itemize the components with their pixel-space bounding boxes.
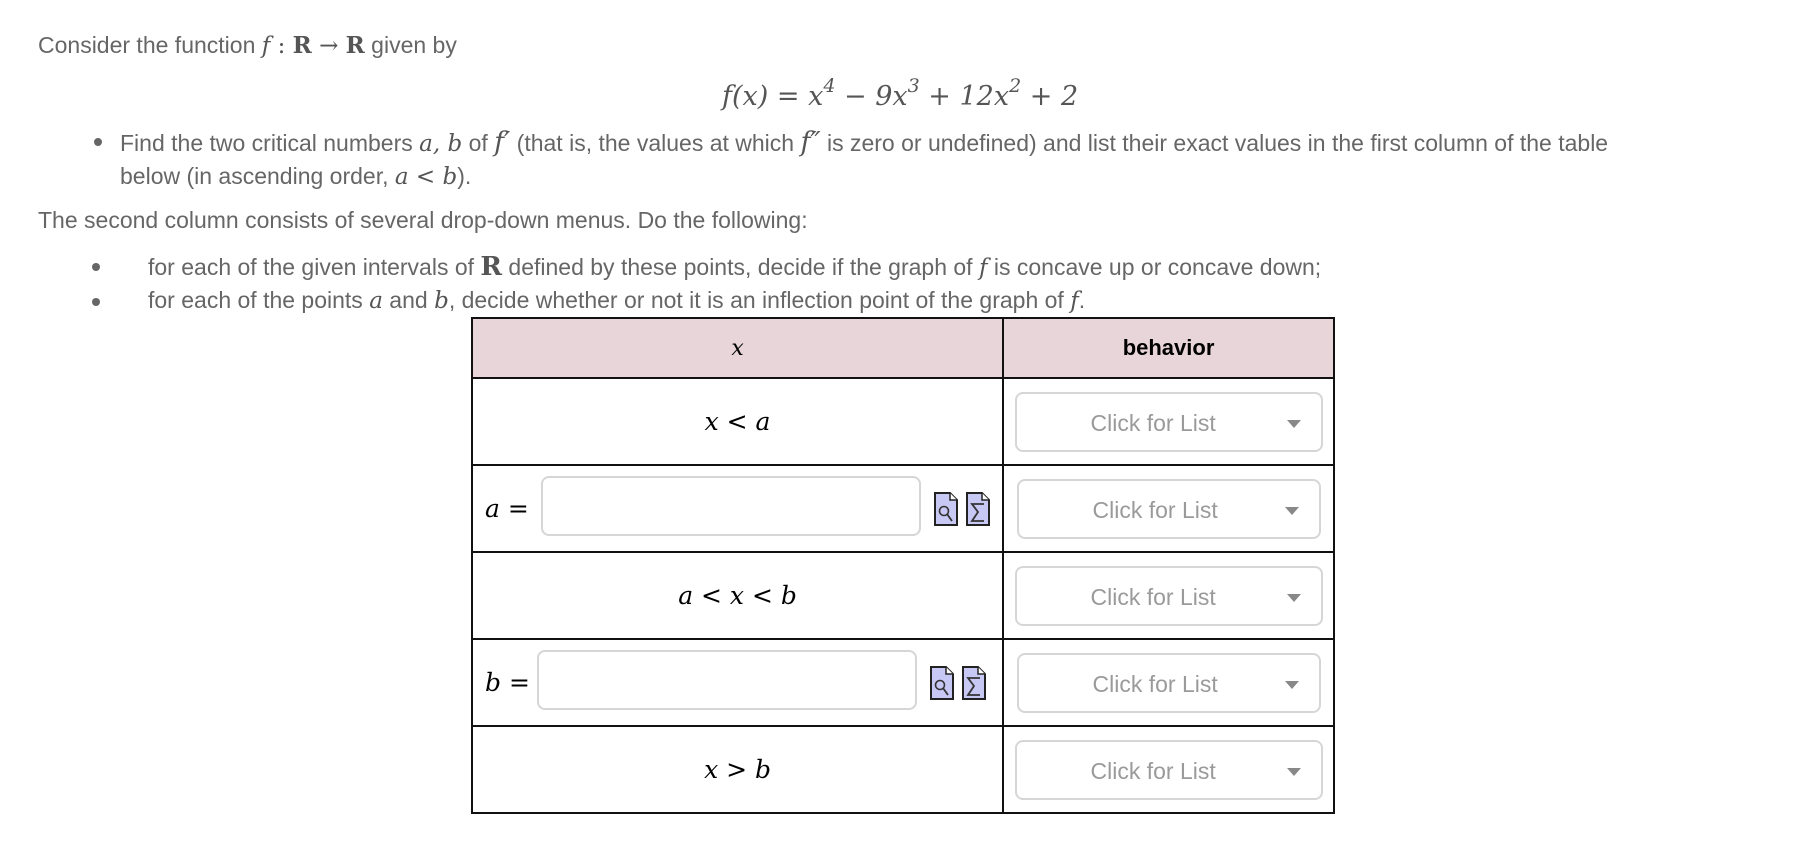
formula-exp1: 4 [823, 75, 836, 97]
dropdown-label: Click for List [1092, 670, 1218, 697]
critical-number-b-cell: b = [470, 638, 1005, 727]
b1-text-d: is zero or undefined) and list their exa… [820, 130, 1609, 156]
interval-label: x < a [704, 406, 771, 436]
b3-a: a [369, 288, 383, 314]
b1-text-e: below (in ascending order, [120, 163, 395, 189]
interval-cell: x < a [470, 377, 1005, 466]
a-equals-label: a = [485, 494, 529, 523]
dropdown-label: Click for List [1092, 496, 1218, 523]
interval-cell: x > b [470, 725, 1005, 814]
table-row: x > b Click for List [470, 725, 1335, 814]
dropdown-label: Click for List [1090, 757, 1216, 784]
b1-altb: a < b [394, 164, 458, 190]
dropdown-label: Click for List [1090, 409, 1216, 436]
table-row: b = Click for List [470, 638, 1335, 727]
answer-table: x behavior x < a Click for List a = Clic… [470, 317, 1335, 814]
behavior-dropdown[interactable]: Click for List [1014, 565, 1323, 626]
interval-label: a < x < b [678, 580, 797, 610]
intro-f: f [261, 33, 271, 59]
chevron-down-icon [1284, 506, 1299, 515]
b1-text-a: Find the two critical numbers [120, 130, 420, 156]
chevron-down-icon [1286, 419, 1301, 428]
b2-R: R [480, 252, 503, 282]
equation-editor-icon[interactable] [962, 666, 986, 700]
behavior-dropdown[interactable]: Click for List [1016, 478, 1321, 539]
formula-term4: + 2 [1021, 81, 1079, 112]
critical-number-a-cell: a = [470, 464, 1005, 553]
a-value-input[interactable] [541, 476, 921, 536]
formula-term2: − 9x [835, 81, 908, 112]
b1-text-f: ). [457, 163, 472, 189]
equation-editor-icon[interactable] [966, 492, 990, 526]
b3-f: f [1070, 288, 1079, 314]
behavior-cell: Click for List [1002, 464, 1335, 553]
instruction-critical-numbers: Find the two critical numbers a, b of f′… [120, 127, 1608, 158]
chevron-down-icon [1286, 593, 1301, 602]
intro-codomain: R [345, 32, 365, 59]
behavior-cell: Click for List [1002, 638, 1335, 727]
bullet-dot [92, 298, 100, 306]
intro-text: Consider the function f : R → R given by [38, 32, 457, 59]
formula-term3: + 12x [919, 81, 1010, 112]
header-x: x [470, 317, 1005, 379]
b-equals-label: b = [485, 668, 530, 697]
b1-fprime: f′ [494, 127, 511, 158]
intro-suffix: given by [364, 32, 457, 58]
b2-text-c: is concave up or concave down; [987, 254, 1322, 280]
b1-text-b: of [462, 130, 495, 156]
function-formula: f(x) = x4 − 9x3 + 12x2 + 2 [722, 75, 1079, 112]
formula-exp3: 2 [1009, 75, 1022, 97]
b3-text-b: and [382, 287, 435, 313]
b1-fdprime: f″ [800, 127, 821, 158]
chevron-down-icon [1284, 680, 1299, 689]
behavior-dropdown[interactable]: Click for List [1016, 652, 1321, 713]
table-row: a < x < b Click for List [470, 551, 1335, 640]
intro-colon: : [270, 33, 293, 59]
interval-label: x > b [704, 754, 772, 784]
formula-lhs: f(x) = x [722, 81, 824, 112]
instruction-critical-numbers-cont: below (in ascending order, a < b). [120, 163, 471, 190]
behavior-cell: Click for List [1002, 725, 1335, 814]
intro-domain: R [292, 32, 312, 59]
intro-prefix: Consider the function [38, 32, 262, 58]
b1-text-c: (that is, the values at which [510, 130, 801, 156]
intro-arrow: → [311, 33, 346, 59]
instruction-concavity: for each of the given intervals of R def… [148, 252, 1321, 282]
behavior-dropdown[interactable]: Click for List [1014, 391, 1323, 452]
behavior-cell: Click for List [1002, 377, 1335, 466]
preview-document-icon[interactable] [930, 666, 954, 700]
b-value-input[interactable] [537, 650, 917, 710]
b3-text-a: for each of the points [148, 287, 370, 313]
second-column-instructions: The second column consists of several dr… [38, 207, 808, 233]
b2-text-a: for each of the given intervals of [148, 254, 481, 280]
behavior-cell: Click for List [1002, 551, 1335, 640]
b3-b: b [434, 288, 449, 314]
b2-text-b: defined by these points, decide if the g… [502, 254, 979, 280]
formula-exp2: 3 [907, 75, 920, 97]
dropdown-label: Click for List [1090, 583, 1216, 610]
behavior-dropdown[interactable]: Click for List [1014, 739, 1323, 800]
header-behavior: behavior [1002, 317, 1335, 379]
b3-text-d: . [1078, 287, 1086, 313]
table-header-row: x behavior [470, 317, 1335, 379]
bullet-dot [94, 138, 102, 146]
instruction-inflection: for each of the points a and b, decide w… [148, 287, 1085, 314]
preview-document-icon[interactable] [934, 492, 958, 526]
table-row: a = Click for List [470, 464, 1335, 553]
bullet-dot [92, 263, 100, 271]
b1-ab: a, b [419, 131, 463, 157]
table-row: x < a Click for List [470, 377, 1335, 466]
chevron-down-icon [1286, 767, 1301, 776]
b3-text-c: , decide whether or not it is an inflect… [448, 287, 1071, 313]
interval-cell: a < x < b [470, 551, 1005, 640]
